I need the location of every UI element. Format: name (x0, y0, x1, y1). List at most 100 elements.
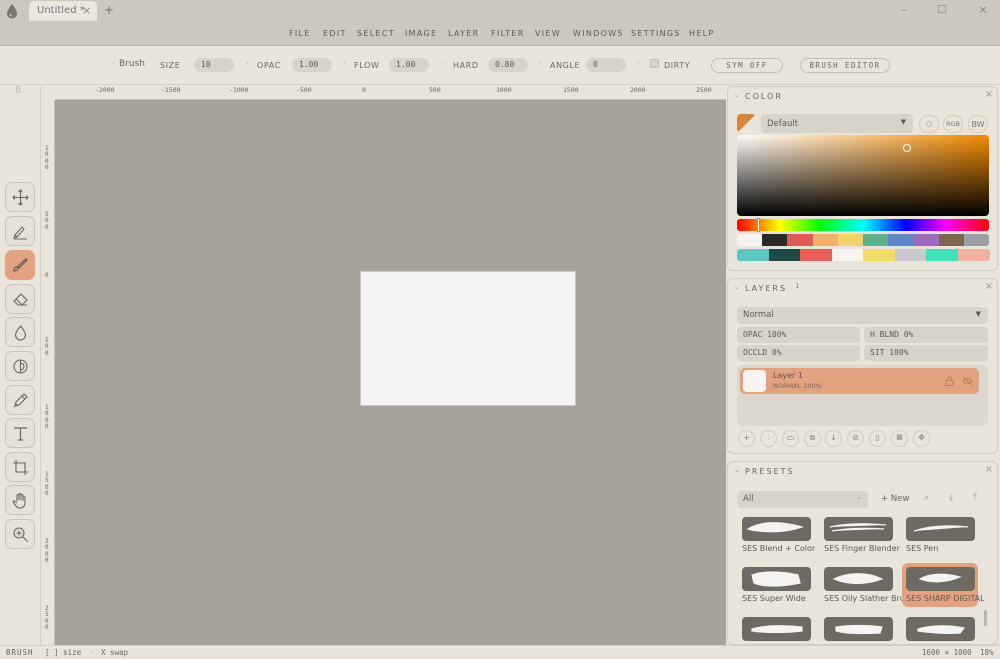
preset-item[interactable] (902, 613, 978, 644)
color-swatch[interactable] (894, 249, 927, 261)
zoom-tool-button[interactable] (5, 519, 35, 549)
folder-icon[interactable]: ▭ (782, 430, 799, 447)
occlude-field[interactable]: OCCLD 0% (737, 345, 860, 361)
color-wheel-button[interactable]: ○ (919, 115, 939, 133)
hue-slider[interactable] (737, 218, 989, 232)
color-swatch[interactable] (888, 234, 914, 246)
angle-input[interactable]: 0 (586, 58, 626, 72)
preset-item[interactable]: SES Pen (902, 513, 978, 557)
color-swatch[interactable] (963, 234, 990, 246)
hue-slider-handle[interactable] (757, 218, 760, 232)
rgb-mode-button[interactable]: RGB (943, 115, 963, 133)
smudge-tool-button[interactable] (5, 216, 35, 246)
menu-windows[interactable]: WINDOWS (573, 29, 624, 38)
brush-editor-button[interactable]: BRUSH EDITOR (800, 58, 890, 73)
preset-item[interactable]: SES Blend + Color (738, 513, 815, 557)
add-layer-icon[interactable]: + (738, 430, 755, 447)
close-panel-icon[interactable]: × (985, 464, 993, 475)
flow-input[interactable]: 1.00 (389, 58, 429, 72)
size-input[interactable]: 10 (194, 58, 234, 72)
hue-blend-field[interactable]: H BLND 0% (864, 327, 988, 343)
layer-opacity-field[interactable]: OPAC 100% (737, 327, 860, 343)
close-panel-icon[interactable]: × (985, 89, 993, 100)
current-color-swatch[interactable] (737, 114, 756, 133)
color-swatch[interactable] (863, 234, 889, 246)
menu-layer[interactable]: LAYER (448, 29, 480, 38)
menu-image[interactable]: IMAGE (405, 29, 437, 38)
color-swatch[interactable] (837, 234, 864, 246)
menu-filter[interactable]: FILTER (491, 29, 525, 38)
menu-view[interactable]: VIEW (535, 29, 561, 38)
move-tool-button[interactable] (5, 182, 35, 212)
tab-close-icon[interactable]: × (82, 4, 91, 17)
merge-down-icon[interactable]: ↓ (825, 430, 842, 447)
visibility-off-icon[interactable] (962, 376, 973, 386)
adjustments-icon[interactable]: ⫶ (760, 430, 777, 447)
export-icon[interactable]: ⤒ (973, 493, 977, 503)
move-layer-icon[interactable]: ✥ (913, 430, 930, 447)
bw-mode-button[interactable]: BW (968, 115, 988, 133)
color-swatch[interactable] (863, 249, 895, 261)
scrollbar[interactable] (984, 610, 987, 626)
document-canvas[interactable] (361, 272, 575, 405)
menu-help[interactable]: HELP (689, 29, 715, 38)
duplicate-icon[interactable]: ⧉ (804, 430, 821, 447)
hand-tool-button[interactable] (5, 485, 35, 515)
drag-handle-icon[interactable]: ⠿ (15, 86, 22, 96)
color-swatch[interactable] (957, 249, 990, 261)
crop-tool-button[interactable] (5, 452, 35, 482)
import-icon[interactable]: ⤓ (949, 493, 953, 503)
preset-item[interactable]: SES Oily Slather Brush (820, 563, 902, 607)
palette-select[interactable]: Default ▼ (761, 114, 913, 133)
preset-item[interactable]: SES SHARP DIGITAL (902, 563, 984, 607)
saturation-value-picker[interactable] (737, 135, 989, 216)
color-swatch[interactable] (800, 249, 832, 261)
new-tab-button[interactable]: + (104, 3, 114, 17)
fill-tool-button[interactable] (5, 317, 35, 347)
text-tool-button[interactable] (5, 418, 35, 448)
search-icon[interactable]: ⌕ (924, 493, 929, 503)
preset-filter-select[interactable]: All ⌄ (737, 491, 868, 508)
pen-tool-button[interactable] (5, 385, 35, 415)
eraser-tool-button[interactable] (5, 284, 35, 314)
layer-row[interactable]: Layer 1 NORMAL 100% (740, 368, 979, 394)
collapse-chevron-icon[interactable]: ⌄ (734, 91, 740, 99)
preset-item[interactable] (820, 613, 896, 644)
opacity-input[interactable]: 1.00 (292, 58, 332, 72)
color-swatch[interactable] (762, 234, 788, 246)
maximize-button[interactable]: ☐ (934, 3, 950, 16)
delete-layer-icon[interactable]: ▯ (869, 430, 886, 447)
color-swatch[interactable] (831, 249, 864, 261)
sit-field[interactable]: SIT 100% (864, 345, 988, 361)
color-swatch[interactable] (737, 249, 769, 261)
collapse-chevron-icon[interactable]: ⌄ (734, 466, 740, 474)
lock-icon[interactable] (945, 376, 954, 386)
picker-handle[interactable] (903, 144, 911, 152)
new-preset-button[interactable]: + New (881, 494, 909, 504)
dodge-tool-button[interactable] (5, 351, 35, 381)
document-tab[interactable]: Untitled * × (29, 1, 97, 21)
color-swatch[interactable] (737, 234, 763, 246)
close-panel-icon[interactable]: × (985, 281, 993, 292)
close-window-button[interactable]: × (975, 3, 991, 16)
preset-item[interactable] (738, 613, 814, 644)
menu-settings[interactable]: SETTINGS (631, 29, 681, 38)
color-swatch[interactable] (812, 234, 839, 246)
brush-tool-button[interactable] (5, 250, 35, 280)
canvas-viewport[interactable] (55, 100, 726, 645)
collapse-chevron-icon[interactable]: ⌄ (734, 283, 740, 291)
dirty-checkbox[interactable] (650, 59, 659, 68)
color-swatch[interactable] (926, 249, 958, 261)
color-swatch[interactable] (787, 234, 814, 246)
clear-layer-icon[interactable]: ⊘ (847, 430, 864, 447)
minimize-button[interactable]: – (896, 3, 912, 16)
preset-item[interactable]: SES Finger Blender (820, 513, 900, 557)
color-swatch[interactable] (913, 234, 940, 246)
menu-file[interactable]: FILE (289, 29, 311, 38)
color-swatch[interactable] (768, 249, 801, 261)
hardness-input[interactable]: 0.80 (488, 58, 528, 72)
preset-item[interactable]: SES Super Wide (738, 563, 814, 607)
checkerboard-icon[interactable]: ▦ (891, 430, 908, 447)
symmetry-button[interactable]: SYM OFF (711, 58, 783, 73)
menu-select[interactable]: SELECT (357, 29, 395, 38)
